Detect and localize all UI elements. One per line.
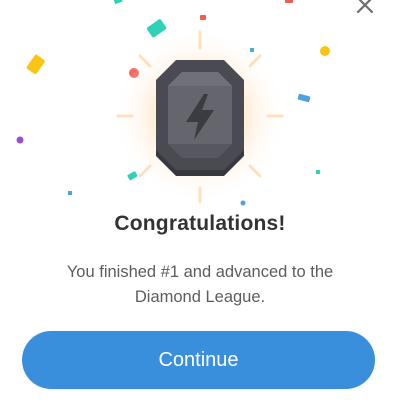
confetti-piece	[316, 170, 320, 174]
confetti-piece	[200, 15, 206, 20]
continue-button[interactable]: Continue	[22, 331, 375, 389]
confetti-piece	[68, 191, 72, 195]
dialog-title: Congratulations!	[114, 212, 286, 235]
diamond-league-badge	[110, 28, 290, 210]
badge-illustration	[112, 28, 288, 204]
confetti-piece	[320, 46, 330, 56]
league-promotion-dialog: Congratulations! You finished #1 and adv…	[0, 0, 400, 400]
confetti-piece	[26, 54, 45, 75]
confetti-piece	[297, 93, 311, 103]
confetti-piece	[285, 0, 293, 3]
confetti-piece	[113, 0, 123, 4]
confetti-piece	[16, 136, 24, 144]
dialog-message: You finished #1 and advanced to the Diam…	[66, 263, 334, 306]
